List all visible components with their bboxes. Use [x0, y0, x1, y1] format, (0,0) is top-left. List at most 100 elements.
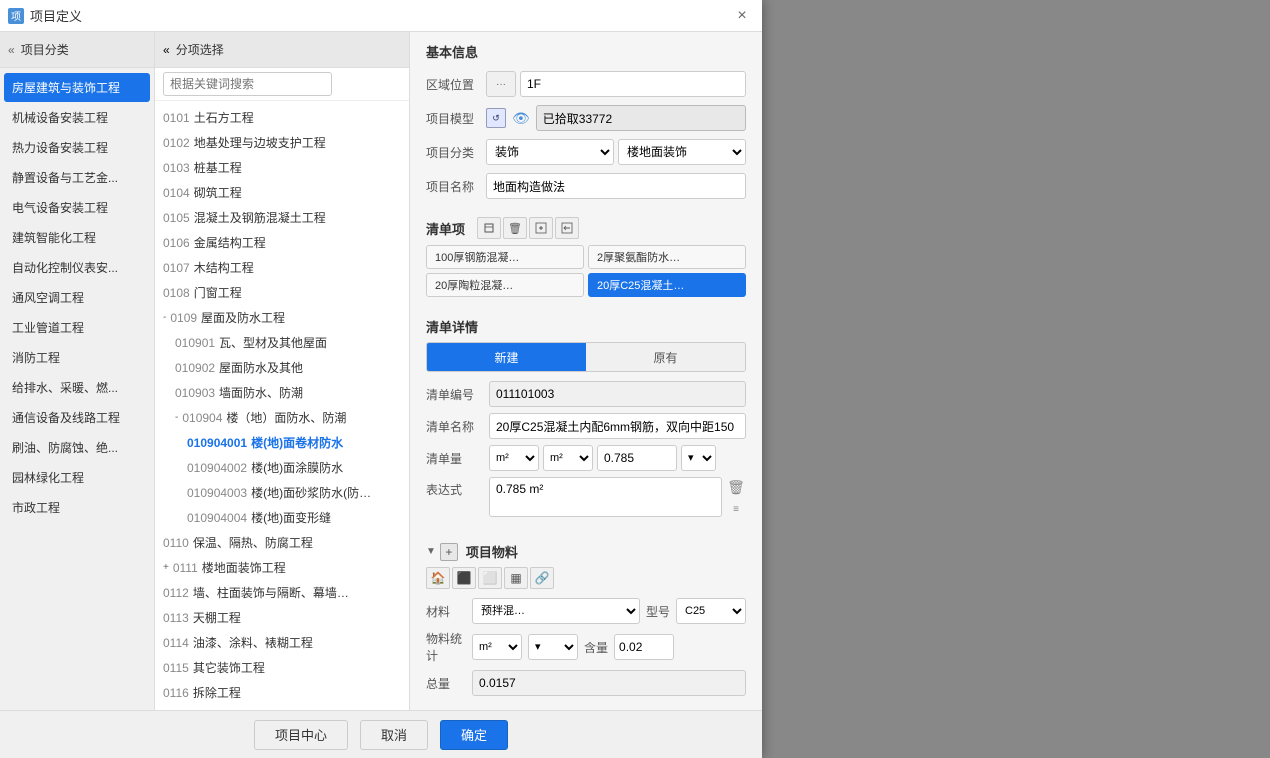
tree-item-0110[interactable]: 0110 保温、隔热、防腐工程 — [155, 530, 409, 555]
sidebar-item-mechanical[interactable]: 机械设备安装工程 — [4, 103, 150, 132]
checklist-tag-1[interactable]: 2厚聚氨酯防水… — [588, 245, 746, 269]
mat-btn-grid[interactable]: ▦ — [504, 567, 528, 589]
sidebar-item-automation[interactable]: 自动化控制仪表安... — [4, 253, 150, 282]
expr-delete-btn[interactable]: 🗑 — [726, 477, 746, 497]
sidebar-item-pipeline[interactable]: 工业管道工程 — [4, 313, 150, 342]
checklist-tag-3[interactable]: 20厚C25混凝土… — [588, 273, 746, 297]
sidebar-collapse-btn[interactable]: « — [8, 43, 15, 57]
tree-code-0107: 0107 — [163, 261, 190, 275]
sidebar-item-municipal[interactable]: 市政工程 — [4, 493, 150, 522]
sidebar-item-drainage[interactable]: 给排水、采暖、燃... — [4, 373, 150, 402]
material-header[interactable]: ▼ + 项目物料 — [426, 542, 746, 561]
category-select-1[interactable]: 装饰 — [486, 139, 614, 165]
tree-item-0114[interactable]: 0114 油漆、涂料、裱糊工程 — [155, 630, 409, 655]
cancel-btn[interactable]: 取消 — [360, 720, 428, 750]
tree-item-010904001[interactable]: 010904001 楼(地)面卷材防水 — [155, 430, 409, 455]
sidebar-item-housing[interactable]: 房屋建筑与装饰工程 — [4, 73, 150, 102]
mat-stats-unit2[interactable]: ▾ — [528, 634, 578, 660]
tree-item-010902[interactable]: 010902 屋面防水及其他 — [155, 355, 409, 380]
tree-label-010904004: 楼(地)面变形缝 — [251, 509, 331, 526]
sidebar-item-garden[interactable]: 园林绿化工程 — [4, 463, 150, 492]
tree-item-0104[interactable]: 0104 砌筑工程 — [155, 180, 409, 205]
unit-select-2[interactable]: m² m³ — [543, 445, 593, 471]
confirm-btn[interactable]: 确定 — [440, 720, 508, 750]
search-input[interactable] — [163, 72, 332, 96]
tree-item-0113[interactable]: 0113 天棚工程 — [155, 605, 409, 630]
sidebar-item-fire[interactable]: 消防工程 — [4, 343, 150, 372]
checklist-import-btn[interactable] — [529, 217, 553, 239]
tree-item-0108[interactable]: 0108 门窗工程 — [155, 280, 409, 305]
tree-code-0110: 0110 — [163, 536, 189, 550]
mat-btn-table[interactable]: ⬜ — [478, 567, 502, 589]
tree-code-0103: 0103 — [163, 161, 190, 175]
tree-code-010904003: 010904003 — [187, 486, 247, 500]
tree-item-010903[interactable]: 010903 墙面防水、防潮 — [155, 380, 409, 405]
mat-btn-house[interactable]: 🏠 — [426, 567, 450, 589]
expression-box[interactable]: 0.785 m² — [489, 477, 722, 517]
bill-name-input[interactable]: 20厚C25混凝土内配6mm钢筋，双向中距150 — [489, 413, 746, 439]
tree-item-010901[interactable]: 010901 瓦、型材及其他屋面 — [155, 330, 409, 355]
tree-label-0106: 金属结构工程 — [194, 234, 266, 251]
tree-item-0116[interactable]: 0116 拆除工程 — [155, 680, 409, 705]
tree-item-0115[interactable]: 0115 其它装饰工程 — [155, 655, 409, 680]
sidebar-item-comms[interactable]: 通信设备及线路工程 — [4, 403, 150, 432]
tree-item-0109[interactable]: - 0109 屋面及防水工程 — [155, 305, 409, 330]
checklist-export-btn[interactable] — [555, 217, 579, 239]
sidebar-item-electrical[interactable]: 电气设备安装工程 — [4, 193, 150, 222]
category-select-2[interactable]: 楼地面装饰 — [618, 139, 746, 165]
mat-name-select[interactable]: 预拌混… — [472, 598, 640, 624]
tree-label-0111: 楼地面装饰工程 — [202, 559, 286, 576]
checklist-tag-2[interactable]: 20厚陶粒混凝… — [426, 273, 584, 297]
tree-item-0111[interactable]: + 0111 楼地面装饰工程 — [155, 555, 409, 580]
sidebar-item-static[interactable]: 静置设备与工艺金... — [4, 163, 150, 192]
checklist-delete-btn[interactable]: 🗑 — [503, 217, 527, 239]
tree-item-0101[interactable]: 0101 土石方工程 — [155, 105, 409, 130]
checklist-add-btn[interactable] — [477, 217, 501, 239]
unit-select-1[interactable]: m² m³ — [489, 445, 539, 471]
tree-item-0107[interactable]: 0107 木结构工程 — [155, 255, 409, 280]
tree-code-0112: 0112 — [163, 586, 189, 600]
model-row: 项目模型 ↺ 👁 已拾取33772 — [410, 101, 762, 135]
expr-copy-btn[interactable]: ≡ — [726, 499, 746, 519]
tab-new[interactable]: 新建 — [427, 343, 586, 371]
tree-item-0105[interactable]: 0105 混凝土及钢筋混凝土工程 — [155, 205, 409, 230]
unit-select-3[interactable]: ▾ — [681, 445, 716, 471]
middle-collapse-btn[interactable]: « — [163, 43, 170, 57]
tree-item-0103[interactable]: 0103 桩基工程 — [155, 155, 409, 180]
mat-btn-cylinder[interactable]: ⬛ — [452, 567, 476, 589]
tab-existing[interactable]: 原有 — [586, 343, 745, 371]
mat-type-label: 型号 — [646, 603, 670, 620]
checklist-tag-0[interactable]: 100厚钢筋混凝… — [426, 245, 584, 269]
region-picker-btn[interactable]: ··· — [486, 71, 516, 97]
tree-item-0106[interactable]: 0106 金属结构工程 — [155, 230, 409, 255]
sidebar-item-hvac[interactable]: 通风空调工程 — [4, 283, 150, 312]
project-center-btn[interactable]: 项目中心 — [254, 720, 348, 750]
sidebar-item-intelligent[interactable]: 建筑智能化工程 — [4, 223, 150, 252]
material-add-btn[interactable]: + — [440, 543, 458, 561]
model-refresh-icon[interactable]: ↺ — [486, 108, 506, 128]
tree-item-0102[interactable]: 0102 地基处理与边坡支护工程 — [155, 130, 409, 155]
name-input[interactable]: 地面构造做法 — [486, 173, 746, 199]
tree-item-010904002[interactable]: 010904002 楼(地)面涂膜防水 — [155, 455, 409, 480]
close-button[interactable]: × — [730, 4, 754, 28]
tree-item-0112[interactable]: 0112 墙、柱面装饰与隔断、幕墙… — [155, 580, 409, 605]
mat-btn-link[interactable]: 🔗 — [530, 567, 554, 589]
region-input[interactable] — [520, 71, 746, 97]
sidebar-item-thermal[interactable]: 热力设备安装工程 — [4, 133, 150, 162]
total-input[interactable]: 0.0157 — [472, 670, 746, 696]
mat-type-select[interactable]: C25 — [676, 598, 746, 624]
tree-code-010904004: 010904004 — [187, 511, 247, 525]
expand-icon-0111: + — [163, 562, 169, 573]
mat-content-input[interactable]: 0.02 — [614, 634, 674, 660]
tree-item-010904004[interactable]: 010904004 楼(地)面变形缝 — [155, 505, 409, 530]
sidebar-item-painting[interactable]: 刷油、防腐蚀、绝... — [4, 433, 150, 462]
mat-stats-unit[interactable]: m² — [472, 634, 522, 660]
bill-no-input[interactable]: 011101003 — [489, 381, 746, 407]
tree-item-010904003[interactable]: 010904003 楼(地)面砂浆防水(防… — [155, 480, 409, 505]
tree-code-010902: 010902 — [175, 361, 215, 375]
model-eye-icon[interactable]: 👁 — [512, 110, 530, 127]
tree-item-010904[interactable]: - 010904 楼（地）面防水、防潮 — [155, 405, 409, 430]
model-count-input: 已拾取33772 — [536, 105, 746, 131]
total-label: 总量 — [426, 675, 466, 692]
qty-input[interactable]: 0.785 — [597, 445, 677, 471]
